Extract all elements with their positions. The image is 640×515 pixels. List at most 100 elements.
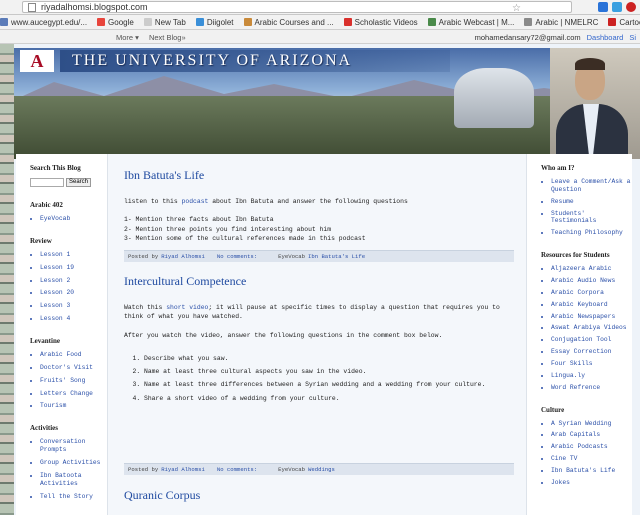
address-field[interactable]: riyadalhomsi.blogspot.com ☆ [22,1,572,14]
bookmark-item[interactable]: Arabic | NMELRC [524,18,598,27]
more-menu[interactable]: More ▾ [116,33,139,42]
posted-by-label: Posted by [128,253,159,260]
sidebar-link[interactable]: Word Refrence [551,384,632,392]
bookmark-label: Scholastic Videos [354,17,418,27]
bookmarks-bar: www.aucegypt.edu/... Google New Tab Diigole… [0,15,640,30]
address-bar-row: riyadalhomsi.blogspot.com ☆ [0,0,640,15]
comments-link[interactable]: No comments: [217,253,257,260]
sidebar-link[interactable]: Lesson 20 [40,289,107,297]
sidebar-link[interactable]: Arabic Food [40,351,107,359]
widget-title: Levantine [30,337,60,346]
bookmark-item[interactable]: Google [97,18,134,27]
sidebar-link[interactable]: Students' Testimonials [551,210,632,226]
label-link[interactable]: Ibn Batuta's Life [308,253,365,260]
sidebar-link[interactable]: Doctor's Visit [40,364,107,372]
search-button[interactable]: Search [66,178,92,187]
sidebar-link[interactable]: Letters Change [40,390,107,398]
search-widget-title: Search This Blog [30,164,81,172]
widget-title: Arabic 402 [30,201,63,209]
bookmark-favicon-icon [427,18,436,26]
podcast-link[interactable]: podcast [182,198,209,205]
bookmark-item[interactable]: Diigolet [195,18,234,27]
sidebar-link[interactable]: Essay Correction [551,348,632,356]
sidebar-link[interactable]: Arabic Podcasts [551,443,632,451]
blog-header-banner[interactable]: A The University of Arizona [14,48,640,159]
sidebar-link[interactable]: Lesson 19 [40,264,107,272]
list-item: Name at least three cultural aspects you… [144,367,514,376]
short-video-link[interactable]: short video [166,304,208,311]
sidebar-link[interactable]: Leave a Comment/Ask a Question [551,178,632,194]
bookmark-item[interactable]: New Tab [143,17,186,27]
sidebar-link[interactable]: Tell the Story [40,493,107,501]
bookmark-label: Arabic Courses and ... [254,17,334,27]
author-portrait [550,48,640,159]
sidebar-link[interactable]: Resume [551,198,632,206]
post-title[interactable]: Intercultural Competence [124,274,514,289]
university-logo: A [20,50,54,72]
bookmark-favicon-icon [195,18,204,26]
labels-prefix: EyeVocab [278,466,306,473]
sidebar-link[interactable]: Cine TV [551,455,632,463]
diigo-extension-icon[interactable] [598,2,608,12]
sidebar-link[interactable]: Lingua.ly [551,372,632,380]
next-blog-link[interactable]: Next Blog» [149,33,186,42]
sidebar-link[interactable]: Jokes [551,479,632,487]
author-link[interactable]: Riyad Alhomsi [161,466,205,473]
sidebar-link[interactable]: Lesson 4 [40,315,107,323]
sidebar-link[interactable]: Group Activities [40,459,107,467]
question-3: 3- Mention some of the cultural referenc… [124,234,366,242]
post-title[interactable]: Ibn Batuta's Life [124,168,514,183]
sidebar-link[interactable]: Lesson 1 [40,251,107,259]
widget-link-list: Arabic Food Doctor's Visit Fruits' Song Let… [30,351,107,410]
star-icon[interactable]: ☆ [512,3,521,14]
sidebar-link[interactable]: A Syrian Wedding [551,420,632,428]
campus-image [14,96,640,159]
question-1: 1- Mention three facts about Ibn Batuta [124,216,274,224]
blog-search-input[interactable] [30,178,64,187]
bookmark-item[interactable]: www.aucegypt.edu/... [0,18,87,27]
d-extension-icon[interactable] [612,2,622,12]
bookmark-item[interactable]: Scholastic Videos [343,17,418,27]
post-intercultural: Intercultural Competence Watch this shor… [124,274,514,407]
sidebar-link[interactable]: Fruits' Song [40,377,107,385]
sidebar-link[interactable]: Lesson 2 [40,277,107,285]
bookmark-item[interactable]: Arabic Courses and ... [243,17,334,27]
left-sidebar: Search This Blog Search Arabic 402 EyeVoc… [16,154,108,515]
sidebar-link[interactable]: EyeVocab [40,215,107,223]
post-title[interactable]: Quranic Corpus [124,488,514,503]
pinterest-extension-icon[interactable] [626,2,636,12]
sidebar-link[interactable]: Ibn Batuta's Life [551,467,632,475]
dashboard-link[interactable]: Dashboard [587,33,624,42]
post-ibn-batuta: Ibn Batuta's Life listen to this podcast… [124,168,514,243]
sidebar-link[interactable]: Lesson 3 [40,302,107,310]
bookmark-item[interactable]: Arabic Webcast | M... [427,18,514,27]
sidebar-link[interactable]: Arabic Newspapers [551,313,632,321]
question-list: Describe what you saw. Name at least thr… [124,354,514,403]
sidebar-link[interactable]: Arabic Corpora [551,289,632,297]
comments-link[interactable]: No comments: [217,466,257,473]
stadium-image [454,68,534,128]
sidebar-link[interactable]: Tourism [40,402,107,410]
bookmark-favicon-icon [608,18,617,26]
sidebar-link[interactable]: Aljazeera Arabic [551,265,632,273]
sidebar-link[interactable]: Four Skills [551,360,632,368]
sidebar-link[interactable]: Ibn Batoota Activities [40,472,107,488]
author-link[interactable]: Riyad Alhomsi [161,253,205,260]
signout-link[interactable]: Si [629,33,636,42]
widget-link-list: Leave a Comment/Ask a Question Resume Stud… [541,178,632,237]
sidebar-link[interactable]: Aswat Arabiya Videos [551,324,632,332]
bookmark-favicon-icon [343,18,352,26]
label-link[interactable]: Weddings [308,466,335,473]
widget-link-list: A Syrian Wedding Arab Capitals Arabic Podc… [541,420,632,487]
sidebar-link[interactable]: Conversation Prompts [40,438,107,454]
sidebar-link[interactable]: Arabic Keyboard [551,301,632,309]
sidebar-widget: Levantine Arabic Food Doctor's Visit Fruits… [30,337,107,410]
sidebar-link[interactable]: Arabic Audio News [551,277,632,285]
extension-icons [598,2,636,12]
sidebar-link[interactable]: Conjugation Tool [551,336,632,344]
sidebar-link[interactable]: Teaching Philosophy [551,229,632,237]
list-item: Share a short video of a wedding from yo… [144,394,514,403]
bookmark-item[interactable]: Cartoons on Syria C... [608,18,640,27]
bookmark-label: New Tab [154,17,186,27]
sidebar-link[interactable]: Arab Capitals [551,431,632,439]
